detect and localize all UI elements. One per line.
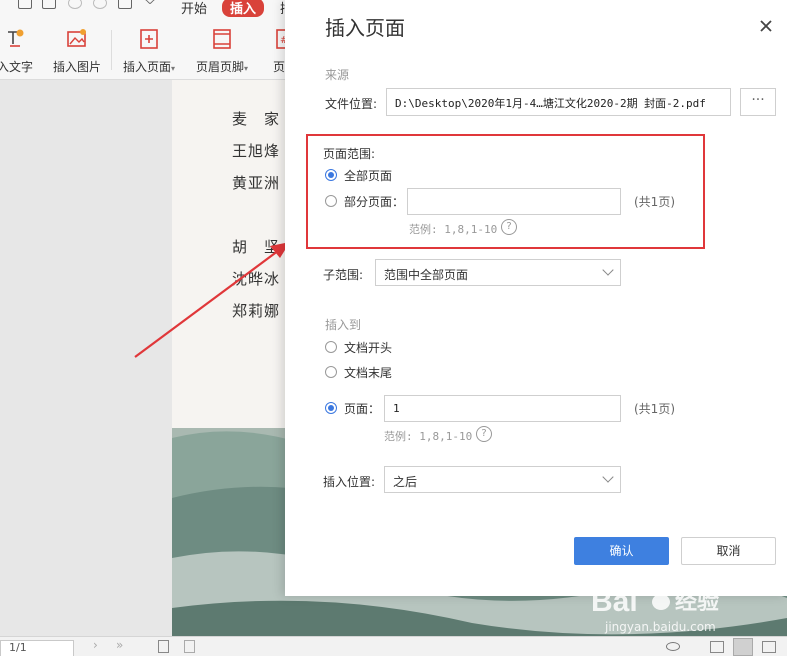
insert-to-section-label: 插入到 — [325, 318, 362, 332]
save-icon[interactable] — [18, 0, 32, 9]
source-section-label: 来源 — [325, 68, 350, 82]
print-icon[interactable] — [42, 0, 56, 9]
insert-image-label: 插入图片 — [52, 60, 101, 74]
watermark-brand: Bai — [591, 585, 638, 618]
single-page-view-icon[interactable] — [733, 638, 753, 656]
browse-button[interactable]: ··· — [740, 88, 776, 116]
cancel-button[interactable]: 取消 — [681, 537, 776, 565]
page-indicator-input[interactable]: 1/1 — [0, 640, 74, 656]
last-page-icon[interactable]: » — [116, 638, 123, 652]
close-icon[interactable] — [755, 15, 777, 37]
baidu-jingyan-watermark: Bai 经验 jingyan.baidu.com — [591, 584, 719, 634]
page-position-radio[interactable] — [325, 402, 337, 414]
tab-insert[interactable]: 插入 — [222, 0, 265, 17]
dual-page-view-icon[interactable] — [762, 641, 776, 653]
insert-page-text: 插入页面 — [122, 60, 171, 74]
page-position-label[interactable]: 页面： — [344, 400, 380, 417]
paw-icon — [650, 584, 672, 610]
insert-position-label: 插入位置: — [323, 475, 376, 489]
file-path-field[interactable]: D:\Desktop\2020年1月-4…塘江文化2020-2期 封面-2.pd… — [386, 88, 731, 116]
help-icon[interactable]: ? — [476, 426, 492, 442]
chevron-down-icon[interactable] — [144, 0, 156, 5]
insert-image-button[interactable]: 插入图片 — [42, 28, 112, 76]
author-name: 黄亚洲 — [232, 174, 281, 192]
caret-down-icon: ▾ — [244, 64, 249, 73]
add-page-icon — [140, 29, 158, 49]
text-edit-icon — [8, 29, 24, 47]
watermark-brand-tail: 经验 — [675, 589, 719, 615]
toolbar-divider — [111, 30, 112, 70]
subrange-value: 范围中全部页面 — [384, 268, 469, 282]
page-range-highlight — [306, 134, 705, 249]
insert-position-value: 之后 — [393, 475, 418, 489]
status-bar: 1/1 › » — [0, 636, 787, 656]
dialog-title: 插入页面 — [325, 16, 405, 40]
chevron-down-icon — [602, 471, 614, 483]
insert-page-dialog: 插入页面 来源 文件位置: D:\Desktop\2020年1月-4…塘江文化2… — [285, 0, 787, 596]
image-icon — [67, 29, 86, 47]
tab-start[interactable]: 开始 — [181, 0, 207, 17]
file-location-label: 文件位置: — [325, 97, 378, 111]
header-footer-label: 页眉页脚▾ — [187, 58, 257, 75]
export-icon[interactable] — [118, 0, 132, 9]
page-example-hint: 范例: 1,8,1-10 — [384, 430, 473, 443]
insert-position-select[interactable]: 之后 — [384, 466, 621, 493]
page-total-label: (共1页) — [634, 402, 675, 416]
header-footer-button[interactable]: 页眉页脚▾ — [187, 28, 257, 76]
chevron-down-icon — [602, 264, 614, 276]
doc-start-label[interactable]: 文档开头 — [344, 339, 392, 356]
doc-end-label[interactable]: 文档末尾 — [344, 364, 392, 381]
confirm-button[interactable]: 确认 — [574, 537, 669, 565]
next-page-icon[interactable]: › — [93, 638, 98, 652]
caret-down-icon: ▾ — [171, 64, 176, 73]
doc-end-radio[interactable] — [325, 366, 337, 378]
red-arrow-annotation — [134, 241, 291, 358]
author-name: 麦 家 — [232, 110, 281, 128]
subrange-select[interactable]: 范围中全部页面 — [375, 259, 621, 286]
undo-icon[interactable] — [68, 0, 82, 9]
doc-start-radio[interactable] — [325, 341, 337, 353]
header-footer-text: 页眉页脚 — [195, 60, 244, 74]
rotate-right-icon[interactable] — [184, 640, 195, 653]
insert-page-label: 插入页面▾ — [114, 58, 184, 75]
page-number-input[interactable]: 1 — [384, 395, 621, 422]
rotate-left-icon[interactable] — [158, 640, 169, 653]
author-name: 王旭烽 — [232, 142, 281, 160]
eye-icon[interactable] — [666, 642, 680, 651]
insert-page-button[interactable]: 插入页面▾ — [114, 28, 184, 76]
redo-icon[interactable] — [93, 0, 107, 9]
header-footer-icon — [213, 29, 231, 49]
view-mode-icon[interactable] — [710, 641, 724, 653]
watermark-url: jingyan.baidu.com — [604, 620, 716, 634]
subrange-label: 子范围: — [323, 268, 364, 282]
